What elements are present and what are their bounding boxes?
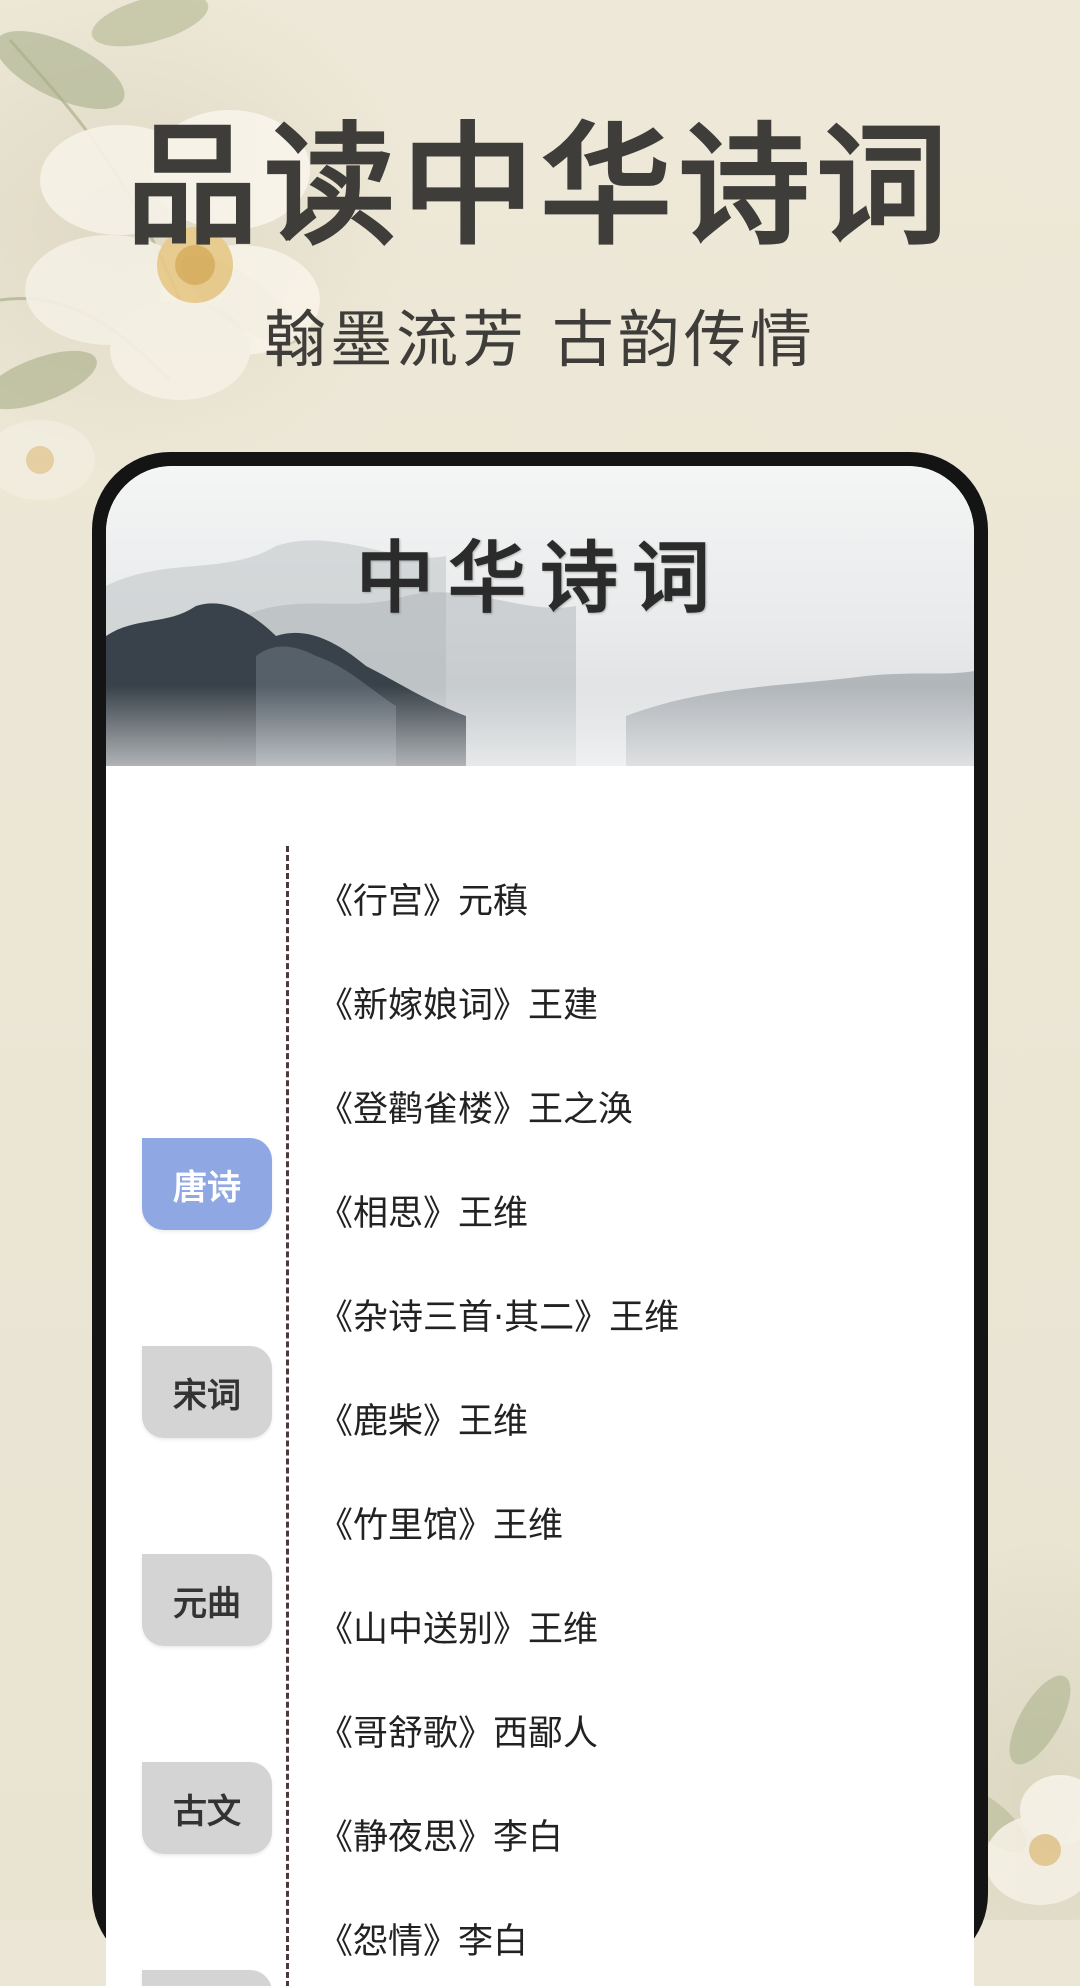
poem-list-item[interactable]: 《鹿柴》王维	[318, 1366, 958, 1470]
ink-painting-banner: 中华诗词	[106, 466, 974, 766]
dashed-divider	[286, 846, 289, 1986]
poem-list-item[interactable]: 《相思》王维	[318, 1158, 958, 1262]
poem-list-item[interactable]: 《怨情》李白	[318, 1886, 958, 1986]
poem-list-item[interactable]: 《杂诗三首·其二》王维	[318, 1262, 958, 1366]
category-tab-tang-poetry[interactable]: 唐诗	[142, 1138, 272, 1230]
phone-frame: 中华诗词 唐诗 宋词 元曲 古文 古诗 《行宫》元稹 《新嫁娘词》王建 《登鹳雀…	[92, 452, 988, 1986]
category-tab-ancient-poetry[interactable]: 古诗	[142, 1970, 272, 1986]
promo-subline: 翰墨流芳 古韵传情	[264, 303, 816, 376]
category-tab-yuan-qu[interactable]: 元曲	[142, 1554, 272, 1646]
app-screen: 中华诗词 唐诗 宋词 元曲 古文 古诗 《行宫》元稹 《新嫁娘词》王建 《登鹳雀…	[106, 466, 974, 1986]
category-tab-song-ci[interactable]: 宋词	[142, 1346, 272, 1438]
poem-list-item[interactable]: 《行宫》元稹	[318, 846, 958, 950]
poem-list-item[interactable]: 《竹里馆》王维	[318, 1470, 958, 1574]
banner-title: 中华诗词	[355, 533, 724, 624]
poem-list-item[interactable]: 《山中送别》王维	[318, 1574, 958, 1678]
promo-headline: 品读中华诗词	[126, 110, 954, 264]
poem-list-item[interactable]: 《静夜思》李白	[318, 1782, 958, 1886]
poem-list-item[interactable]: 《哥舒歌》西鄙人	[318, 1678, 958, 1782]
category-tab-classical-prose[interactable]: 古文	[142, 1762, 272, 1854]
poem-list-item[interactable]: 《新嫁娘词》王建	[318, 950, 958, 1054]
poem-list-item[interactable]: 《登鹳雀楼》王之涣	[318, 1054, 958, 1158]
